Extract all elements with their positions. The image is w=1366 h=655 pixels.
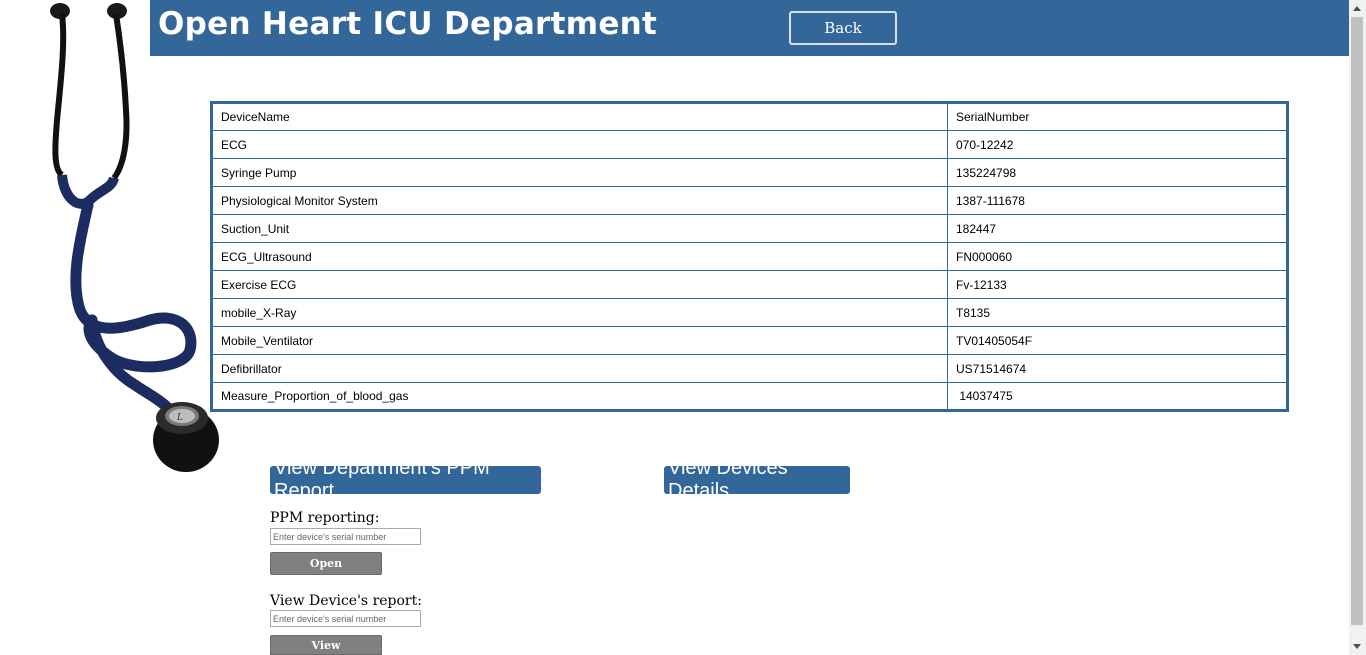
table-row: Physiological Monitor System 1387-111678 bbox=[211, 186, 1288, 215]
table-row: Measure_Proportion_of_blood_gas 14037475 bbox=[211, 382, 1288, 411]
scroll-up-arrow-icon[interactable] bbox=[1353, 6, 1361, 11]
devices-table: DeviceName SerialNumber ECG 070-12242 Sy… bbox=[210, 101, 1289, 412]
serial-number-cell: TV01405054F bbox=[947, 326, 1288, 355]
device-name-cell: ECG_Ultrasound bbox=[211, 242, 948, 271]
device-name-cell: Measure_Proportion_of_blood_gas bbox=[211, 382, 948, 411]
report-serial-input[interactable] bbox=[270, 610, 421, 627]
device-name-cell: Physiological Monitor System bbox=[211, 186, 948, 215]
device-name-cell: mobile_X-Ray bbox=[211, 298, 948, 327]
serial-number-cell: T8135 bbox=[947, 298, 1288, 327]
table-row: ECG_Ultrasound FN000060 bbox=[211, 242, 1288, 271]
scroll-thumb[interactable] bbox=[1351, 17, 1363, 625]
serial-number-cell: 182447 bbox=[947, 214, 1288, 243]
column-header-device-name: DeviceName bbox=[211, 102, 948, 131]
scroll-down-arrow-icon[interactable] bbox=[1353, 644, 1361, 649]
ppm-reporting-label: PPM reporting: bbox=[270, 510, 380, 526]
table-header-row: DeviceName SerialNumber bbox=[211, 102, 1288, 131]
svg-text:L: L bbox=[176, 413, 183, 423]
device-name-cell: ECG bbox=[211, 130, 948, 159]
serial-number-cell: FN000060 bbox=[947, 242, 1288, 271]
serial-number-cell: 1387-111678 bbox=[947, 186, 1288, 215]
serial-number-cell: 135224798 bbox=[947, 158, 1288, 187]
table-row: Exercise ECG Fv-12133 bbox=[211, 270, 1288, 299]
device-name-cell: Defibrillator bbox=[211, 354, 948, 383]
serial-number-cell: 14037475 bbox=[947, 382, 1288, 411]
open-button[interactable]: Open bbox=[270, 552, 382, 575]
column-header-serial-number: SerialNumber bbox=[947, 102, 1288, 131]
view-button[interactable]: View bbox=[270, 635, 382, 655]
view-devices-details-button[interactable]: View Devices' Details bbox=[664, 457, 850, 502]
page-title: Open Heart ICU Department bbox=[158, 6, 658, 42]
back-button[interactable]: Back bbox=[789, 11, 897, 45]
device-name-cell: Exercise ECG bbox=[211, 270, 948, 299]
table-row: Syringe Pump 135224798 bbox=[211, 158, 1288, 187]
view-ppm-report-button[interactable]: View Department's PPM Report bbox=[270, 457, 541, 502]
vertical-scrollbar[interactable] bbox=[1349, 0, 1366, 655]
device-name-cell: Syringe Pump bbox=[211, 158, 948, 187]
table-row: Defibrillator US71514674 bbox=[211, 354, 1288, 383]
table-row: Mobile_Ventilator TV01405054F bbox=[211, 326, 1288, 355]
stethoscope-image: L bbox=[50, 3, 219, 472]
device-name-cell: Mobile_Ventilator bbox=[211, 326, 948, 355]
ppm-serial-input[interactable] bbox=[270, 528, 421, 545]
serial-number-cell: 070-12242 bbox=[947, 130, 1288, 159]
serial-number-cell: Fv-12133 bbox=[947, 270, 1288, 299]
device-report-label: View Device's report: bbox=[270, 593, 422, 609]
device-name-cell: Suction_Unit bbox=[211, 214, 948, 243]
table-row: ECG 070-12242 bbox=[211, 130, 1288, 159]
table-row: mobile_X-Ray T8135 bbox=[211, 298, 1288, 327]
header-bar: Open Heart ICU Department Back bbox=[150, 0, 1349, 56]
table-row: Suction_Unit 182447 bbox=[211, 214, 1288, 243]
serial-number-cell: US71514674 bbox=[947, 354, 1288, 383]
